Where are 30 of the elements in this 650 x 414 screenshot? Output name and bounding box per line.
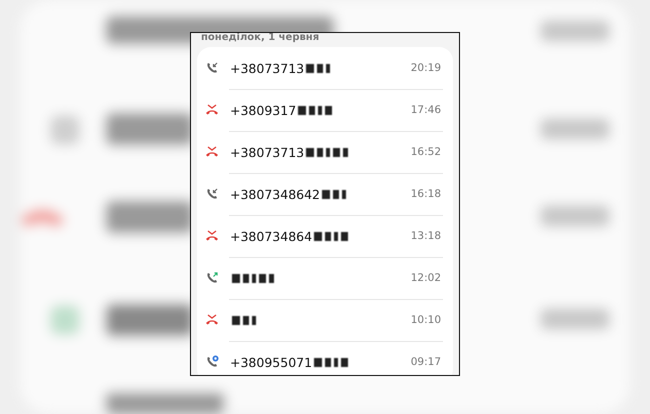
missed-call-icon bbox=[205, 229, 219, 243]
call-row[interactable]: +38073713 20:19 bbox=[197, 47, 453, 89]
missed-call-icon bbox=[205, 313, 219, 327]
phone-number: +3809317 bbox=[230, 102, 296, 118]
call-row[interactable]: 10:10 bbox=[197, 299, 453, 341]
phone-number: +38073713 bbox=[230, 60, 304, 76]
incoming-call-icon bbox=[205, 61, 219, 75]
call-row[interactable]: +3807348642 16:18 bbox=[197, 173, 453, 215]
call-time: 13:18 bbox=[410, 230, 441, 242]
missed-call-icon bbox=[205, 103, 219, 117]
missed-call-icon bbox=[205, 145, 219, 159]
call-row[interactable]: +3809317 17:46 bbox=[197, 89, 453, 131]
phone-number: +38073713 bbox=[230, 144, 304, 160]
call-time: 16:18 bbox=[410, 188, 441, 200]
call-row[interactable]: +38073713 16:52 bbox=[197, 131, 453, 173]
call-time: 10:10 bbox=[410, 314, 441, 326]
call-row[interactable]: 12:02 bbox=[197, 257, 453, 299]
phone-number: +380955071 bbox=[230, 354, 312, 370]
wifi-call-icon bbox=[205, 355, 219, 369]
call-time: 17:46 bbox=[410, 104, 441, 116]
phone-number: +3807348642 bbox=[230, 186, 320, 202]
call-time: 12:02 bbox=[410, 272, 441, 284]
call-row[interactable]: +380955071 09:17 bbox=[197, 341, 453, 375]
call-time: 09:17 bbox=[410, 356, 441, 368]
phone-number: +380734864 bbox=[230, 228, 312, 244]
call-time: 16:52 bbox=[410, 146, 441, 158]
incoming-call-icon bbox=[205, 187, 219, 201]
call-time: 20:19 bbox=[410, 62, 441, 74]
outgoing-call-icon bbox=[205, 271, 219, 285]
call-row[interactable]: +380734864 13:18 bbox=[197, 215, 453, 257]
